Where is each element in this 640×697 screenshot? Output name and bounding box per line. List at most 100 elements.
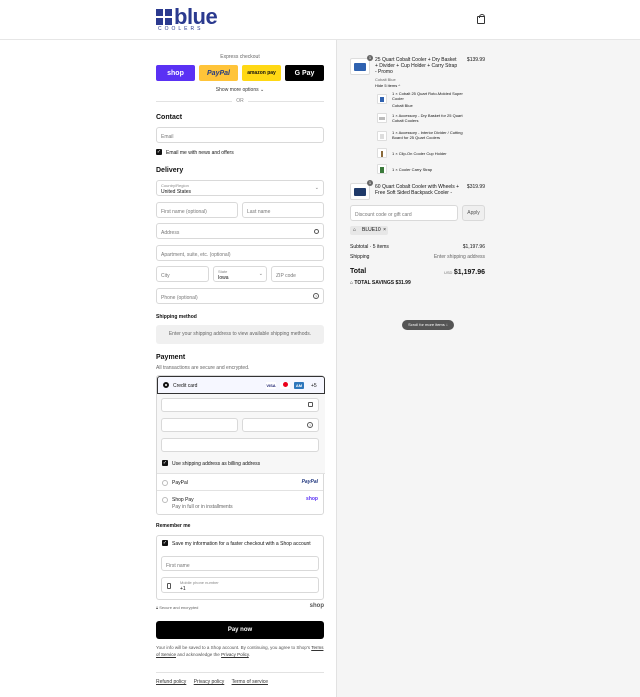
subtotal-value: $1,197.96	[462, 244, 485, 250]
remember-me-box: ✓ Save my information for a faster check…	[156, 535, 324, 600]
shopping-bag-icon[interactable]	[477, 14, 485, 24]
scroll-for-more-hint[interactable]: Scroll for more items ↓	[402, 320, 454, 330]
sub-item-name: 1 × Accessory - Dry Basket for 25 Quart …	[392, 113, 463, 123]
first-name-field[interactable]: First name (optional)	[156, 202, 238, 218]
show-more-options-button[interactable]: Show more options ⌄	[156, 87, 324, 93]
brand-logo[interactable]: blue COOLERS	[156, 4, 222, 34]
country-label: Country/Region	[161, 183, 189, 188]
terms-of-service-link[interactable]: Terms of service	[232, 679, 268, 685]
contact-heading: Contact	[156, 114, 183, 121]
total-value: $1,197.96	[453, 269, 485, 276]
shop-pay-button[interactable]: shop	[156, 65, 195, 81]
footer-links: Refund policy Privacy policy Terms of se…	[156, 679, 274, 685]
shop-logo: shop	[309, 603, 324, 609]
paypal-button[interactable]: PayPal	[199, 65, 238, 81]
product-name: 25 Quart Cobalt Cooler + Dry Basket + Di…	[375, 57, 458, 75]
total-row: Total USD $1,197.96	[350, 268, 485, 278]
secure-note-text: Secure and encrypted	[159, 605, 199, 610]
payment-subtitle: All transactions are secure and encrypte…	[156, 365, 250, 371]
address-placeholder: Address	[161, 230, 180, 236]
phone-placeholder: Phone (optional)	[161, 295, 198, 301]
chevron-down-icon: ⌄	[258, 271, 263, 277]
sub-item-name: 1 × Cobalt 25 Quart Roto-Molded Super Co…	[392, 91, 463, 101]
newsletter-checkbox[interactable]: ✓	[156, 149, 162, 155]
sub-item-thumbnail	[377, 148, 387, 158]
mobile-phone-field[interactable]: Mobile phone number +1	[161, 577, 319, 593]
hide-items-toggle[interactable]: Hide 5 items ^	[375, 83, 400, 88]
help-icon[interactable]: ?	[307, 422, 313, 428]
sub-item-thumbnail	[377, 131, 387, 141]
zip-field[interactable]: ZIP code	[271, 266, 324, 282]
address-field[interactable]: Address	[156, 223, 324, 239]
help-icon[interactable]: ?	[313, 293, 319, 299]
state-value: Iowa	[218, 275, 229, 281]
total-amount: USD $1,197.96	[444, 269, 485, 276]
legal-text: Your info will be saved to a Shop accoun…	[156, 644, 324, 658]
security-code-field[interactable]: ?	[242, 418, 319, 432]
refund-policy-link[interactable]: Refund policy	[156, 679, 186, 685]
apply-discount-button[interactable]: Apply	[462, 205, 485, 221]
country-select[interactable]: Country/Region United States ⌄	[156, 180, 324, 196]
lock-icon	[308, 402, 313, 407]
credit-card-option[interactable]: Credit card VISA AM +5	[157, 376, 325, 394]
subtotal-label: Subtotal · 5 items	[350, 244, 389, 250]
newsletter-label: Email me with news and offers	[166, 150, 234, 156]
shipping-method-heading: Shipping method	[156, 314, 197, 320]
legal-text-b: and acknowledge the	[177, 652, 220, 657]
discount-code-input[interactable]: Discount code or gift card	[350, 205, 458, 221]
pay-now-button[interactable]: Pay now	[156, 621, 324, 639]
privacy-link[interactable]: Privacy Policy	[221, 652, 249, 657]
sub-item-name: 1 × Accessory - Interior Divider / Cutti…	[392, 130, 463, 140]
shop-pay-option[interactable]: Shop Pay Pay in full or in installments …	[157, 492, 323, 514]
secure-note: 🔒︎ Secure and encrypted	[156, 605, 198, 610]
paypal-logo: PayPal	[301, 479, 318, 485]
sub-item-thumbnail	[377, 113, 387, 123]
save-info-label: Save my information for a faster checkou…	[172, 541, 311, 547]
discount-chip: ⌂ BLUE10 ×	[350, 226, 388, 235]
billing-address-checkbox[interactable]: ✓	[162, 460, 168, 466]
tag-icon: ⌂	[350, 280, 354, 286]
mobile-phone-label: Mobile phone number	[180, 580, 219, 585]
savings-label: TOTAL SAVINGS	[354, 280, 395, 286]
arrow-down-icon: ↓	[445, 322, 448, 327]
chevron-down-icon: ⌄	[314, 185, 319, 191]
amex-icon: AM	[294, 382, 304, 389]
email-field[interactable]: Email	[156, 127, 324, 143]
zip-placeholder: ZIP code	[276, 273, 296, 279]
shop-pay-radio[interactable]	[162, 497, 168, 503]
remember-me-heading: Remember me	[156, 523, 191, 529]
state-select[interactable]: State Iowa ⌄	[213, 266, 267, 282]
product-price: $319.99	[466, 184, 485, 190]
apartment-field[interactable]: Apartment, suite, etc. (optional)	[156, 245, 324, 261]
last-name-field[interactable]: Last name	[242, 202, 324, 218]
privacy-policy-link[interactable]: Privacy policy	[194, 679, 225, 685]
credit-card-radio[interactable]	[163, 382, 169, 388]
name-on-card-field[interactable]	[161, 438, 319, 452]
savings-value: $31.99	[395, 280, 411, 286]
card-number-field[interactable]	[161, 398, 319, 412]
visa-icon: VISA	[266, 382, 276, 389]
shipping-label: Shipping	[350, 254, 370, 260]
amazon-pay-button[interactable]: amazon pay	[242, 65, 281, 81]
paypal-option[interactable]: PayPal PayPal	[157, 475, 323, 491]
remember-first-name-field[interactable]: First name	[161, 556, 319, 571]
google-pay-button[interactable]: G Pay	[285, 65, 324, 81]
sub-item-thumbnail	[377, 94, 387, 104]
city-field[interactable]: City	[156, 266, 209, 282]
product-name: 60 Quart Cobalt Cooler with Wheels + Fre…	[375, 184, 460, 196]
order-summary: 1 25 Quart Cobalt Cooler + Dry Basket + …	[336, 40, 640, 697]
express-checkout-title: Express checkout	[220, 54, 260, 60]
sub-item-name: 1 × Clip-On Cooler Cup Holder	[392, 151, 447, 156]
sub-item-name: 1 × Cooler Carry Strap	[392, 167, 433, 172]
tag-icon: ⌂	[353, 227, 357, 233]
total-label: Total	[350, 268, 367, 275]
shop-logo: shop	[306, 496, 318, 502]
email-placeholder: Email	[161, 134, 174, 140]
header: blue COOLERS	[0, 0, 640, 40]
expiration-field[interactable]	[161, 418, 238, 432]
paypal-radio[interactable]	[162, 480, 168, 486]
state-label: State	[218, 269, 228, 274]
remove-discount-icon[interactable]: ×	[383, 226, 386, 235]
phone-field[interactable]: Phone (optional) ?	[156, 288, 324, 304]
save-info-checkbox[interactable]: ✓	[162, 540, 168, 546]
